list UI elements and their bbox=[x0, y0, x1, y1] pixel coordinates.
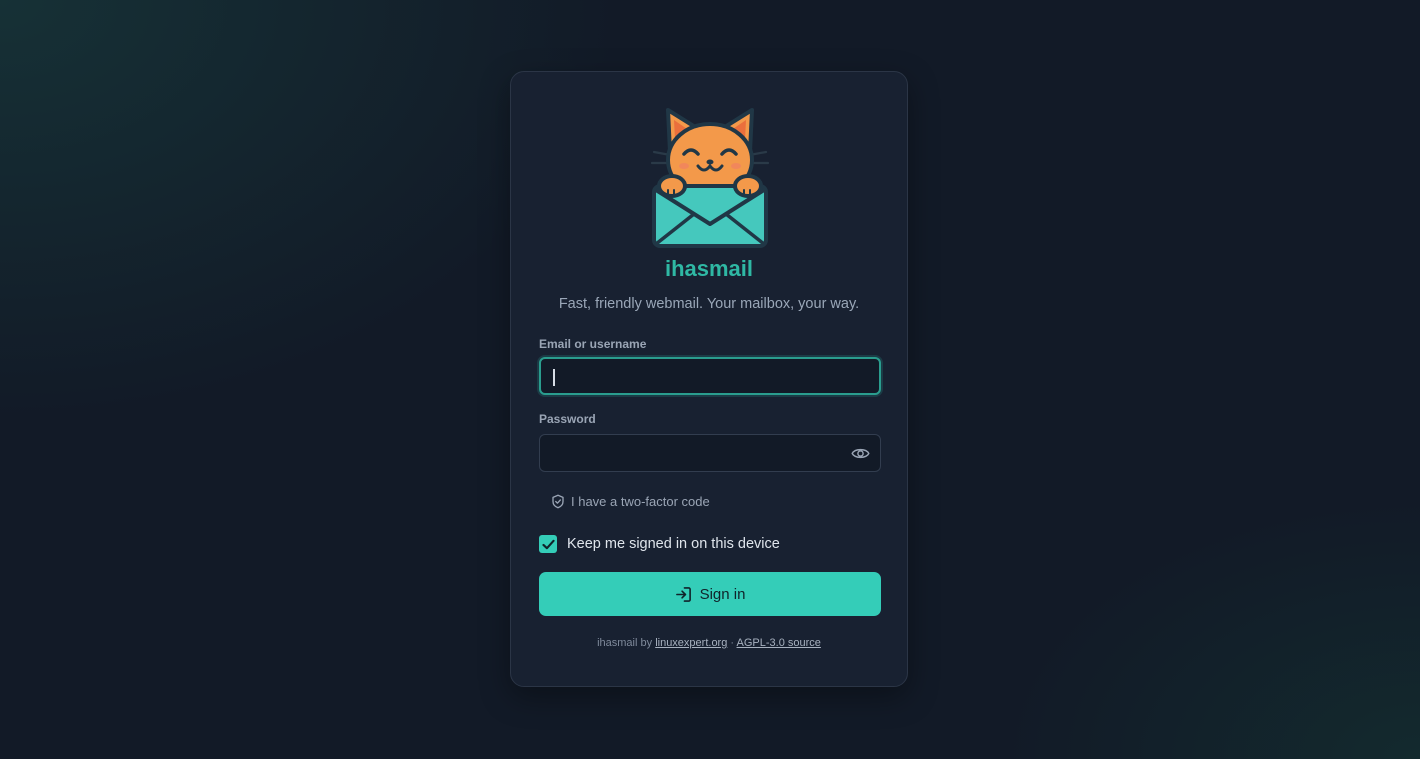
login-card: ihasmail Fast, friendly webmail. Your ma… bbox=[510, 71, 908, 687]
keep-signed-in-label: Keep me signed in on this device bbox=[567, 536, 780, 552]
text-caret bbox=[553, 369, 555, 386]
keep-signed-in-checkbox[interactable] bbox=[539, 535, 557, 553]
sign-in-icon bbox=[675, 586, 691, 602]
author-link[interactable]: linuxexpert.org bbox=[655, 637, 727, 649]
cat-envelope-logo bbox=[650, 108, 770, 248]
shield-icon bbox=[552, 494, 564, 508]
password-label: Password bbox=[539, 412, 596, 426]
sign-in-button[interactable]: Sign in bbox=[539, 572, 881, 616]
check-icon bbox=[541, 539, 555, 549]
footer: ihasmail by linuxexpert.org · AGPL-3.0 s… bbox=[511, 637, 907, 649]
two-factor-toggle[interactable]: I have a two-factor code bbox=[551, 492, 710, 510]
app-name: ihasmail bbox=[664, 256, 754, 281]
sign-in-label: Sign in bbox=[699, 585, 746, 603]
eye-icon[interactable] bbox=[851, 445, 870, 462]
password-input[interactable] bbox=[539, 434, 881, 472]
footer-prefix: ihasmail by bbox=[597, 637, 653, 649]
source-link[interactable]: AGPL-3.0 source bbox=[737, 637, 821, 649]
footer-separator: · bbox=[730, 637, 735, 649]
username-input[interactable] bbox=[539, 357, 881, 395]
tagline: Fast, friendly webmail. Your mailbox, yo… bbox=[558, 296, 860, 312]
keep-signed-in[interactable]: Keep me signed in on this device bbox=[539, 535, 780, 553]
username-label: Email or username bbox=[539, 337, 647, 351]
two-factor-label: I have a two-factor code bbox=[571, 493, 710, 509]
